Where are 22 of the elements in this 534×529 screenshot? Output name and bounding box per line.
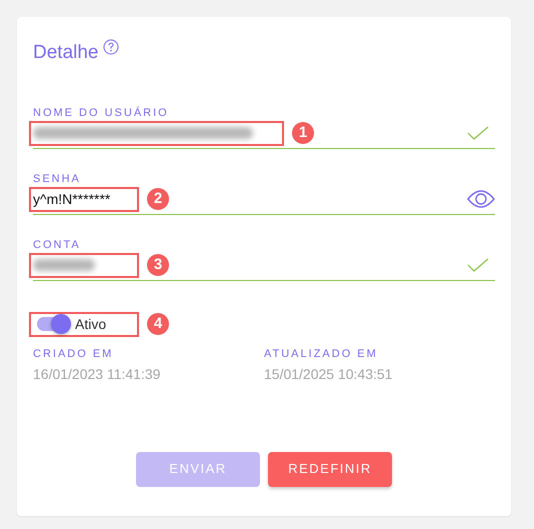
field-label: CONTA — [33, 240, 82, 250]
input-field[interactable]: 3 — [33, 250, 495, 280]
password-value: y^m!N******* — [33, 190, 110, 209]
date-value: 15/01/2025 10:43:51 — [264, 364, 394, 384]
field-label: SENHA — [33, 174, 82, 184]
callout-number: 4 — [147, 313, 169, 335]
check-icon — [467, 126, 489, 140]
date-value: 16/01/2023 11:41:39 — [33, 364, 162, 384]
help-icon[interactable] — [102, 39, 118, 55]
input-field[interactable]: y^m!N******* 2 — [33, 184, 495, 214]
check-icon — [467, 258, 489, 272]
date-label: CRIADO EM — [33, 348, 114, 360]
callout-number: 1 — [292, 122, 314, 144]
field-label: NOME DO USUÁRIO — [33, 108, 170, 118]
card-title: Detalhe — [33, 41, 98, 65]
eye-icon[interactable] — [467, 189, 495, 209]
reset-button[interactable]: REDEFINIR — [268, 452, 392, 486]
toggle-switch[interactable]: Ativo — [37, 314, 106, 334]
callout-number: 3 — [147, 254, 169, 276]
input-field[interactable]: 1 — [33, 118, 495, 148]
date-label: ATUALIZADO EM — [264, 348, 379, 360]
callout-number: 2 — [147, 188, 169, 210]
